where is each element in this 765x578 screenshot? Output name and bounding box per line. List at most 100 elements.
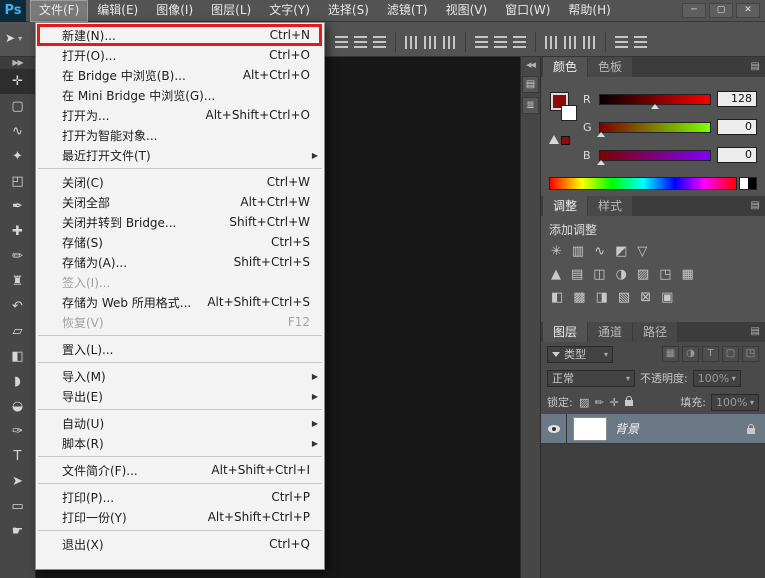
- vibrance-icon[interactable]: ▲: [551, 268, 561, 282]
- current-tool-indicator[interactable]: ➤ ▾: [5, 31, 22, 45]
- r-value-field[interactable]: 128: [717, 91, 757, 107]
- layer-row[interactable]: 背景: [541, 413, 765, 444]
- dock-collapse-button[interactable]: ◀◀: [521, 57, 540, 72]
- align-top-edges-icon[interactable]: [335, 35, 348, 49]
- menu-item-save-as[interactable]: 存储为(A)... Shift+Ctrl+S: [36, 252, 324, 272]
- lock-transparent-pixels-icon[interactable]: ▨: [578, 396, 591, 409]
- expand-icon[interactable]: ▽: [637, 245, 647, 259]
- blur-tool[interactable]: ◗: [0, 369, 35, 394]
- menubar-item-9[interactable]: 窗口(W): [496, 0, 559, 22]
- clone-stamp-tool[interactable]: ♜: [0, 269, 35, 294]
- spot-healing-brush-tool[interactable]: ✚: [0, 219, 35, 244]
- menu-item-browse-in-bridge[interactable]: 在 Bridge 中浏览(B)... Alt+Ctrl+O: [36, 65, 324, 85]
- menu-item-import[interactable]: 导入(M) ▶: [36, 366, 324, 386]
- opacity-field[interactable]: 100% ▾: [692, 369, 741, 387]
- layer-filter-dropdown[interactable]: 类型 ▾: [547, 345, 613, 363]
- menu-item-open-as[interactable]: 打开为... Alt+Shift+Ctrl+O: [36, 105, 324, 125]
- threshold-icon[interactable]: ◨: [596, 291, 608, 305]
- menubar-item-1[interactable]: 文件(F): [30, 0, 89, 22]
- crop-tool[interactable]: ◰: [0, 169, 35, 194]
- menubar-item-4[interactable]: 图层(L): [202, 0, 260, 22]
- maximize-button[interactable]: ▢: [709, 3, 733, 18]
- menu-item-open-recent[interactable]: 最近打开文件(T) ▶: [36, 145, 324, 165]
- menu-item-close-all[interactable]: 关闭全部 Alt+Ctrl+W: [36, 192, 324, 212]
- distribute-bottom-edges-icon[interactable]: [513, 35, 526, 49]
- menu-item-export[interactable]: 导出(E) ▶: [36, 386, 324, 406]
- b-value-field[interactable]: 0: [717, 147, 757, 163]
- distribute-right-edges-icon[interactable]: [583, 35, 596, 49]
- menu-item-scripts[interactable]: 脚本(R) ▶: [36, 433, 324, 453]
- panel-menu-icon[interactable]: ▤: [751, 200, 760, 212]
- fill-field[interactable]: 100% ▾: [711, 393, 759, 411]
- eraser-tool[interactable]: ▱: [0, 319, 35, 344]
- pen-tool[interactable]: ✑: [0, 419, 35, 444]
- gamut-warning-icon[interactable]: [549, 135, 559, 144]
- color-balance-icon[interactable]: ◫: [593, 268, 605, 282]
- slider-thumb[interactable]: [597, 159, 606, 165]
- levels-icon[interactable]: ▥: [572, 245, 584, 259]
- history-panel-icon[interactable]: ▤: [522, 76, 539, 93]
- align-right-edges-icon[interactable]: [443, 35, 456, 49]
- distribute-left-edges-icon[interactable]: [545, 35, 558, 49]
- quick-selection-tool[interactable]: ✦: [0, 144, 35, 169]
- tab-channels[interactable]: 通道: [588, 322, 633, 342]
- exposure-icon[interactable]: ◩: [615, 245, 627, 259]
- r-slider[interactable]: [599, 93, 711, 109]
- dodge-tool[interactable]: ◒: [0, 394, 35, 419]
- eyedropper-tool[interactable]: ✒: [0, 194, 35, 219]
- selective-color-icon[interactable]: ⊠: [640, 291, 651, 305]
- menu-item-open[interactable]: 打开(O)... Ctrl+O: [36, 45, 324, 65]
- g-slider[interactable]: [597, 121, 711, 137]
- tab-color[interactable]: 颜色: [543, 57, 588, 77]
- filter-smart-objects-icon[interactable]: ◳: [742, 346, 759, 362]
- layer-thumbnail[interactable]: [573, 416, 607, 441]
- minimize-button[interactable]: ─: [682, 3, 706, 18]
- slider-thumb[interactable]: [651, 103, 659, 109]
- align-vertical-centers-icon[interactable]: [354, 35, 367, 49]
- tab-swatches[interactable]: 色板: [588, 57, 633, 77]
- rectangular-marquee-tool[interactable]: ▢: [0, 94, 35, 119]
- menubar-item-3[interactable]: 图像(I): [147, 0, 202, 22]
- menu-item-place[interactable]: 置入(L)...: [36, 339, 324, 359]
- gradient-map-icon[interactable]: ▧: [618, 291, 630, 305]
- channel-mixer-icon[interactable]: ◳: [659, 268, 671, 282]
- invert-icon[interactable]: ◧: [551, 291, 563, 305]
- history-brush-tool[interactable]: ↶: [0, 294, 35, 319]
- menubar-item-7[interactable]: 滤镜(T): [378, 0, 437, 22]
- brightness-contrast-icon[interactable]: ✳: [551, 245, 562, 259]
- spectrum-black-white[interactable]: [739, 177, 757, 190]
- filter-adjustment-layers-icon[interactable]: ◑: [682, 346, 699, 362]
- menu-item-file-info[interactable]: 文件简介(F)... Alt+Shift+Ctrl+I: [36, 460, 324, 480]
- menubar-item-2[interactable]: 编辑(E): [88, 0, 147, 22]
- tab-paths[interactable]: 路径: [633, 322, 678, 342]
- posterize-icon[interactable]: ▩: [573, 291, 585, 305]
- move-tool[interactable]: ✛: [0, 69, 35, 94]
- menu-item-new[interactable]: 新建(N)... Ctrl+N: [36, 25, 324, 45]
- filter-shape-layers-icon[interactable]: ▢: [722, 346, 739, 362]
- gamut-color-swatch[interactable]: [561, 136, 570, 145]
- lock-all-icon[interactable]: [623, 395, 636, 409]
- menubar-item-8[interactable]: 视图(V): [437, 0, 497, 22]
- photo-filter-icon[interactable]: ▨: [637, 268, 649, 282]
- auto-align-layers-icon[interactable]: [615, 35, 628, 49]
- b-slider[interactable]: [597, 149, 711, 165]
- tab-adjustments[interactable]: 调整: [543, 196, 588, 216]
- lock-image-pixels-icon[interactable]: ✏: [593, 396, 606, 409]
- distribute-horizontal-centers-icon[interactable]: [564, 35, 577, 49]
- lasso-tool[interactable]: ∿: [0, 119, 35, 144]
- curves-icon[interactable]: ∿: [594, 245, 605, 259]
- 3d-mode-icon[interactable]: [634, 35, 647, 49]
- gradient-tool[interactable]: ◧: [0, 344, 35, 369]
- menubar-item-6[interactable]: 选择(S): [319, 0, 378, 22]
- background-color-swatch[interactable]: [561, 105, 577, 121]
- filter-pixel-layers-icon[interactable]: ▦: [662, 346, 679, 362]
- mask-icon[interactable]: ▣: [661, 291, 673, 305]
- distribute-top-edges-icon[interactable]: [475, 35, 488, 49]
- color-lookup-icon[interactable]: ▦: [682, 268, 694, 282]
- menu-item-save-for-web[interactable]: 存储为 Web 所用格式... Alt+Shift+Ctrl+S: [36, 292, 324, 312]
- black-white-icon[interactable]: ◑: [616, 268, 627, 282]
- brush-tool[interactable]: ✏: [0, 244, 35, 269]
- horizontal-type-tool[interactable]: T: [0, 444, 35, 469]
- align-bottom-edges-icon[interactable]: [373, 35, 386, 49]
- tools-collapse-button[interactable]: ▶▶: [0, 57, 35, 69]
